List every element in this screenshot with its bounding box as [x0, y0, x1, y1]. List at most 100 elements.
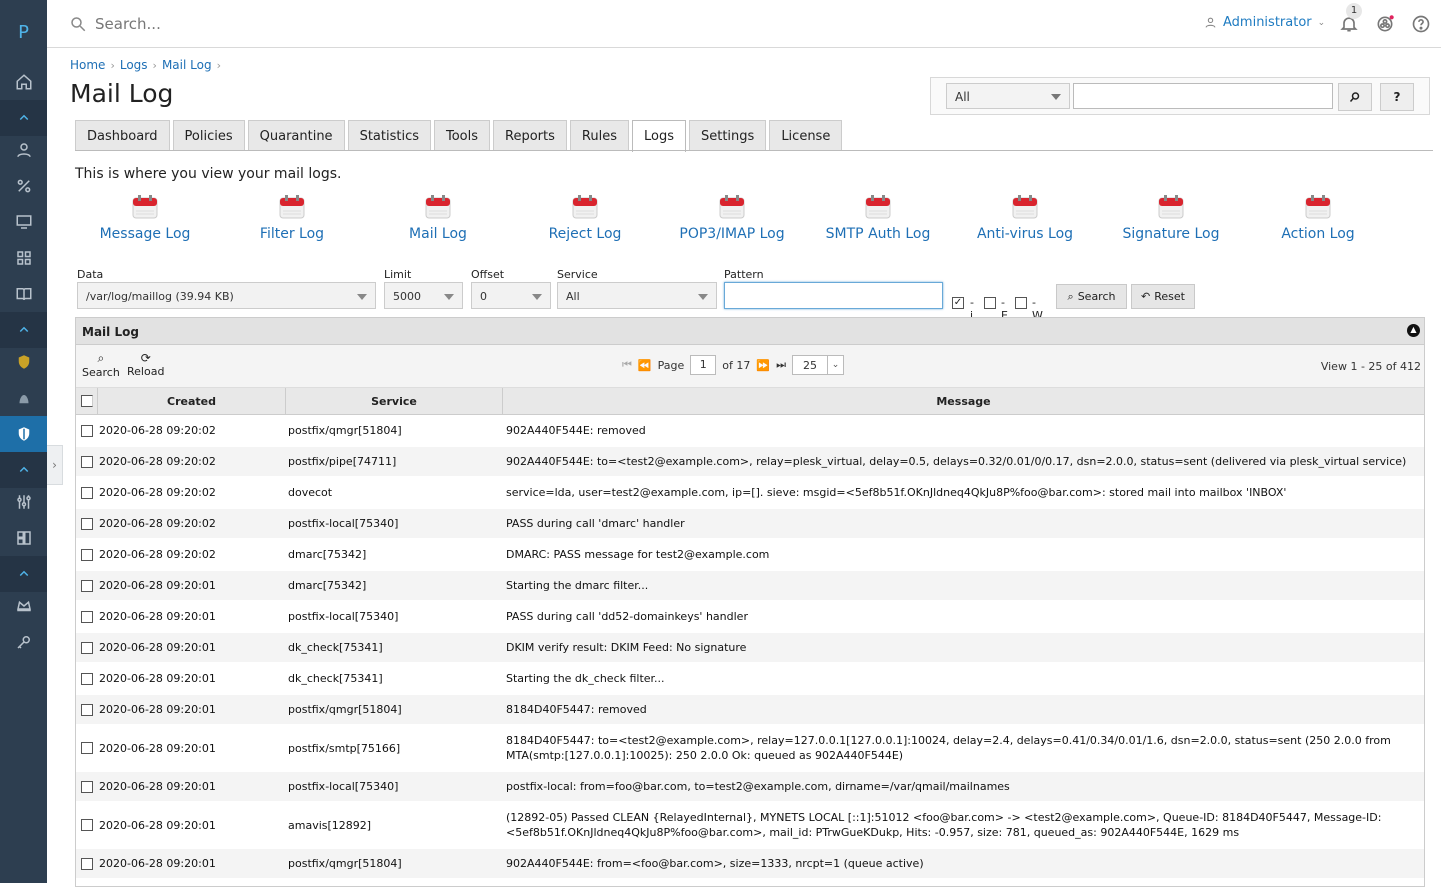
tab-tools[interactable]: Tools — [434, 120, 491, 151]
tab-policies[interactable]: Policies — [172, 120, 245, 151]
row-checkbox[interactable] — [81, 641, 93, 654]
table-row[interactable]: 2020-06-28 09:20:02 postfix/pipe[74711] 90… — [76, 447, 1424, 477]
filter-search-button[interactable]: ⌕ Search — [1056, 284, 1127, 309]
table-row[interactable]: 2020-06-28 09:20:01 postfix/qmgr[51804] 90… — [76, 849, 1424, 879]
row-checkbox[interactable] — [81, 819, 93, 831]
column-created[interactable]: Created — [98, 388, 286, 414]
crown-icon[interactable] — [0, 588, 47, 624]
log-link-message-log[interactable]: Message Log — [75, 192, 215, 242]
first-page-icon[interactable]: ⏮ — [622, 358, 632, 372]
offset-select[interactable]: 0 — [471, 282, 551, 309]
table-row[interactable]: 2020-06-28 09:20:01 dmarc[75342] Starting … — [76, 571, 1424, 601]
collapse-group-icon[interactable] — [0, 312, 47, 348]
log-link-signature-log[interactable]: Signature Log — [1101, 192, 1241, 242]
pattern-input[interactable] — [724, 282, 943, 309]
row-checkbox[interactable] — [81, 517, 93, 530]
row-checkbox[interactable] — [81, 742, 93, 754]
tab-dashboard[interactable]: Dashboard — [75, 120, 170, 151]
row-checkbox[interactable] — [81, 672, 93, 685]
log-link-mail-log[interactable]: Mail Log — [368, 192, 508, 242]
log-link-reject-log[interactable]: Reject Log — [515, 192, 655, 242]
grid-reload-button[interactable]: ⟳ Reload — [127, 351, 164, 378]
page-input[interactable]: 1 — [690, 355, 717, 375]
sidebar-toggle-button[interactable]: › — [47, 445, 63, 485]
collapse-group-icon[interactable] — [0, 100, 47, 136]
log-link-action-log[interactable]: Action Log — [1248, 192, 1388, 242]
service-select[interactable]: All — [557, 282, 717, 309]
tab-logs[interactable]: Logs — [631, 120, 686, 152]
table-row[interactable]: 2020-06-28 09:20:01 dk_check[75341] DKIM v… — [76, 633, 1424, 663]
table-row[interactable]: 2020-06-28 09:20:01 postfix-local[75340] P… — [76, 602, 1424, 632]
row-checkbox[interactable] — [81, 486, 93, 499]
table-row[interactable]: 2020-06-28 09:20:02 postfix/qmgr[51804] 90… — [76, 416, 1424, 446]
select-all-checkbox[interactable] — [80, 395, 93, 407]
filter-reset-button[interactable]: ↶ Reset — [1131, 284, 1195, 309]
mail-security-icon[interactable] — [0, 416, 47, 452]
global-search-input[interactable] — [95, 12, 395, 36]
column-message[interactable]: Message — [503, 388, 1424, 414]
malware-icon[interactable] — [0, 380, 47, 416]
tab-settings[interactable]: Settings — [688, 120, 767, 151]
tools-icon[interactable] — [0, 484, 47, 520]
app-logo[interactable]: P — [0, 0, 47, 64]
row-checkbox[interactable] — [81, 703, 93, 716]
prev-page-icon[interactable]: ⏪ — [638, 359, 652, 372]
rows-per-page-select[interactable]: 25 ⌄ — [791, 355, 844, 375]
extensions-icon[interactable] — [0, 520, 47, 556]
book-icon[interactable] — [0, 276, 47, 312]
apps-icon[interactable] — [0, 240, 47, 276]
row-checkbox[interactable] — [81, 424, 93, 437]
table-row[interactable]: 2020-06-28 09:20:01 amavis[12892] (12892-0… — [76, 803, 1424, 848]
grid-search-button[interactable]: ⌕ Search — [82, 351, 120, 379]
log-link-filter-log[interactable]: Filter Log — [222, 192, 362, 242]
collapse-grid-icon[interactable]: ▲ — [1407, 324, 1420, 337]
log-link-anti-virus-log[interactable]: Anti-virus Log — [955, 192, 1095, 242]
table-row[interactable]: 2020-06-28 09:20:01 postfix/smtp[75166] 81… — [76, 726, 1424, 771]
quick-search-button[interactable] — [1338, 83, 1372, 111]
collapse-group-icon[interactable] — [0, 452, 47, 488]
column-service[interactable]: Service — [286, 388, 503, 414]
table-row[interactable]: 2020-06-28 09:20:01 dk_check[75341] Starti… — [76, 664, 1424, 694]
breadcrumb-home[interactable]: Home — [70, 58, 105, 72]
table-row[interactable]: 2020-06-28 09:20:02 dmarc[75342] DMARC: PA… — [76, 540, 1424, 570]
tab-license[interactable]: License — [769, 120, 843, 151]
tab-rules[interactable]: Rules — [569, 120, 629, 151]
row-checkbox[interactable] — [81, 610, 93, 623]
row-checkbox[interactable] — [81, 548, 93, 561]
key-icon[interactable] — [0, 624, 47, 660]
row-checkbox[interactable] — [81, 780, 93, 793]
tab-reports[interactable]: Reports — [493, 120, 567, 151]
log-link-smtp-auth-log[interactable]: SMTP Auth Log — [808, 192, 948, 242]
table-row[interactable]: 2020-06-28 09:20:02 postfix-local[75340] P… — [76, 509, 1424, 539]
log-link-pop3-imap-log[interactable]: POP3/IMAP Log — [662, 192, 802, 242]
row-checkbox[interactable] — [81, 579, 93, 592]
collapse-group-icon[interactable] — [0, 556, 47, 592]
user-icon[interactable] — [0, 132, 47, 168]
table-row[interactable]: 2020-06-28 09:20:01 postfix/qmgr[51804] 81… — [76, 695, 1424, 725]
quick-search-scope-select[interactable]: All — [946, 83, 1070, 109]
table-row[interactable]: 2020-06-28 09:20:02 dovecot service=lda, u… — [76, 478, 1424, 508]
home-icon[interactable] — [0, 64, 47, 100]
tab-quarantine[interactable]: Quarantine — [247, 120, 345, 151]
limit-select[interactable]: 5000 — [384, 282, 463, 309]
tab-statistics[interactable]: Statistics — [347, 120, 431, 151]
row-checkbox[interactable] — [81, 857, 93, 870]
table-row[interactable]: 2020-06-28 09:20:01 postfix-local[75340] p… — [76, 772, 1424, 802]
row-checkbox[interactable] — [81, 455, 93, 468]
quick-help-button[interactable]: ? — [1380, 83, 1414, 111]
percent-icon[interactable] — [0, 168, 47, 204]
user-menu[interactable]: Administrator ⌄ — [1204, 15, 1325, 30]
option-i-checkbox[interactable]: ✓ — [952, 297, 964, 309]
option-w-checkbox[interactable] — [1015, 297, 1027, 309]
community-icon[interactable] — [1375, 14, 1395, 34]
last-page-icon[interactable]: ⏭ — [776, 358, 786, 372]
breadcrumb-mail-log[interactable]: Mail Log — [162, 58, 212, 72]
breadcrumb-logs[interactable]: Logs — [120, 58, 148, 72]
option-e-checkbox[interactable] — [984, 297, 996, 309]
data-source-select[interactable]: /var/log/maillog (39.94 KB) — [77, 282, 376, 309]
help-icon[interactable] — [1411, 14, 1431, 34]
quick-search-input[interactable] — [1073, 83, 1333, 109]
next-page-icon[interactable]: ⏩ — [756, 359, 770, 372]
monitor-icon[interactable] — [0, 204, 47, 240]
shield-gold-icon[interactable] — [0, 344, 47, 380]
